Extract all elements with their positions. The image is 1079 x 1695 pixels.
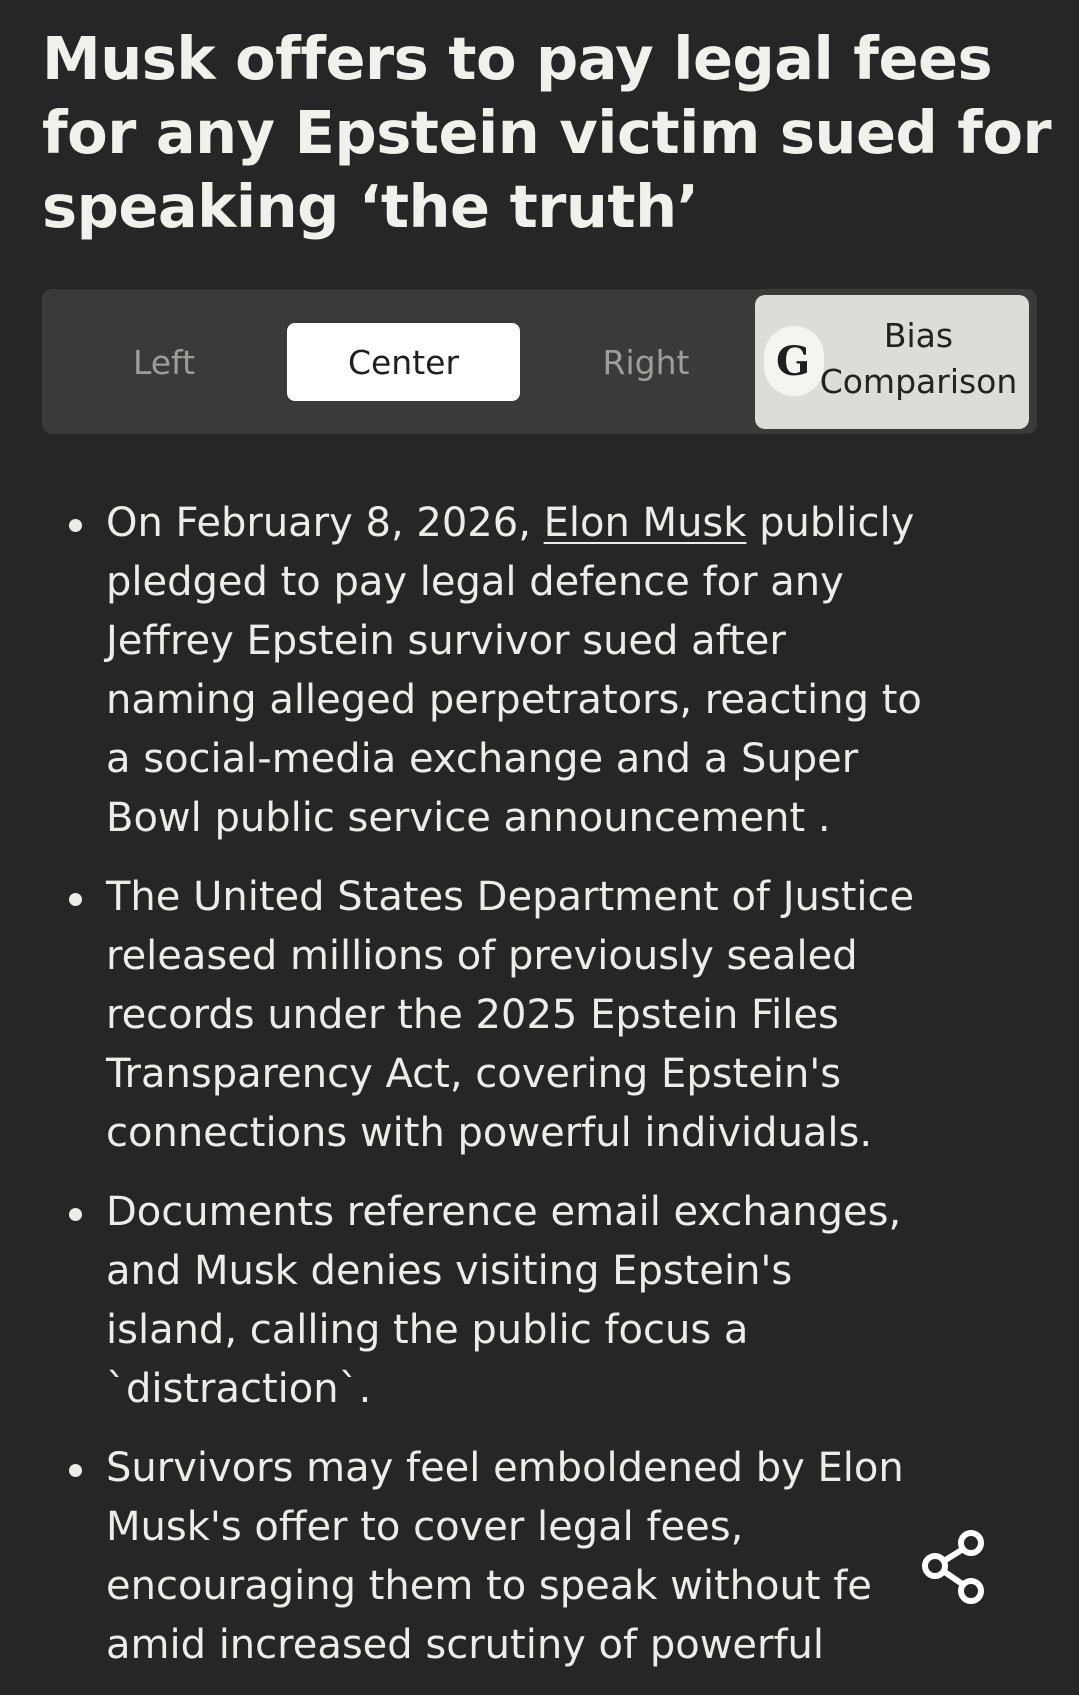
bullet-line: released millions of previously sealed — [106, 933, 858, 979]
summary-bullet: The United States Department of Justice … — [65, 868, 1000, 1163]
summary-bullet: Documents reference email exchanges, and… — [65, 1183, 1000, 1419]
summary-bullet: On February 8, 2026, Elon Musk publicly … — [65, 494, 1000, 848]
share-button[interactable] — [920, 1529, 992, 1605]
bullet-line: a social-media exchange and a Super — [106, 736, 859, 782]
tab-center[interactable]: Center — [287, 323, 520, 401]
bullet-line: amid increased scrutiny of powerful — [106, 1622, 825, 1668]
bullet-line: On February 8, 2026, Elon Musk publicly — [106, 494, 1000, 553]
bullet-line: island, calling the public focus a — [106, 1307, 749, 1353]
bullet-line: connections with powerful individuals. — [106, 1110, 873, 1156]
perspective-tabs: Left Center Right G Bias Comparison — [42, 289, 1037, 434]
bias-comparison-label-line2: Comparison — [819, 362, 1018, 401]
bullet-line: `distraction`. — [106, 1366, 372, 1412]
bullet-dot — [69, 519, 82, 532]
bullet-line: naming alleged perpetrators, reacting to — [106, 677, 922, 723]
bullet-line: Documents reference email exchanges, — [106, 1189, 902, 1235]
bullet-line: Bowl public service announcement . — [106, 795, 831, 841]
bullet-line: and Musk denies visiting Epstein's — [106, 1248, 793, 1294]
bullet-line: encouraging them to speak without fe — [106, 1563, 872, 1609]
bias-comparison-label: Bias Comparison — [811, 313, 1026, 405]
summary-bullet: Survivors may feel emboldened by Elon Mu… — [65, 1439, 1000, 1675]
bullet-dot — [69, 893, 82, 906]
bullet-dot — [69, 1464, 82, 1477]
bullet-line: Transparency Act, covering Epstein's — [106, 1051, 842, 1097]
bullet-line: Jeffrey Epstein survivor sued after — [106, 618, 786, 664]
bullet-text: publicly — [746, 500, 915, 546]
bullet-line: pledged to pay legal defence for any — [106, 559, 844, 605]
bullet-line: Musk's offer to cover legal fees, — [106, 1504, 744, 1550]
tab-right[interactable]: Right — [560, 323, 732, 401]
summary-bullets: On February 8, 2026, Elon Musk publicly … — [65, 494, 1000, 1695]
share-icon — [922, 1530, 984, 1604]
article-title: Musk offers to pay legal fees for any Ep… — [42, 24, 1052, 241]
bullet-line: records under the 2025 Epstein Files — [106, 992, 839, 1038]
bullet-text: On February 8, 2026, — [106, 500, 544, 546]
bias-comparison-button[interactable]: G Bias Comparison — [755, 295, 1029, 429]
bullet-line: The United States Department of Justice — [106, 874, 915, 920]
bullet-line: Survivors may feel emboldened by Elon — [106, 1445, 904, 1491]
bullet-dot — [69, 1208, 82, 1221]
tab-left[interactable]: Left — [78, 323, 250, 401]
elon-musk-link[interactable]: Elon Musk — [544, 500, 747, 546]
bias-comparison-label-line1: Bias — [883, 316, 954, 355]
